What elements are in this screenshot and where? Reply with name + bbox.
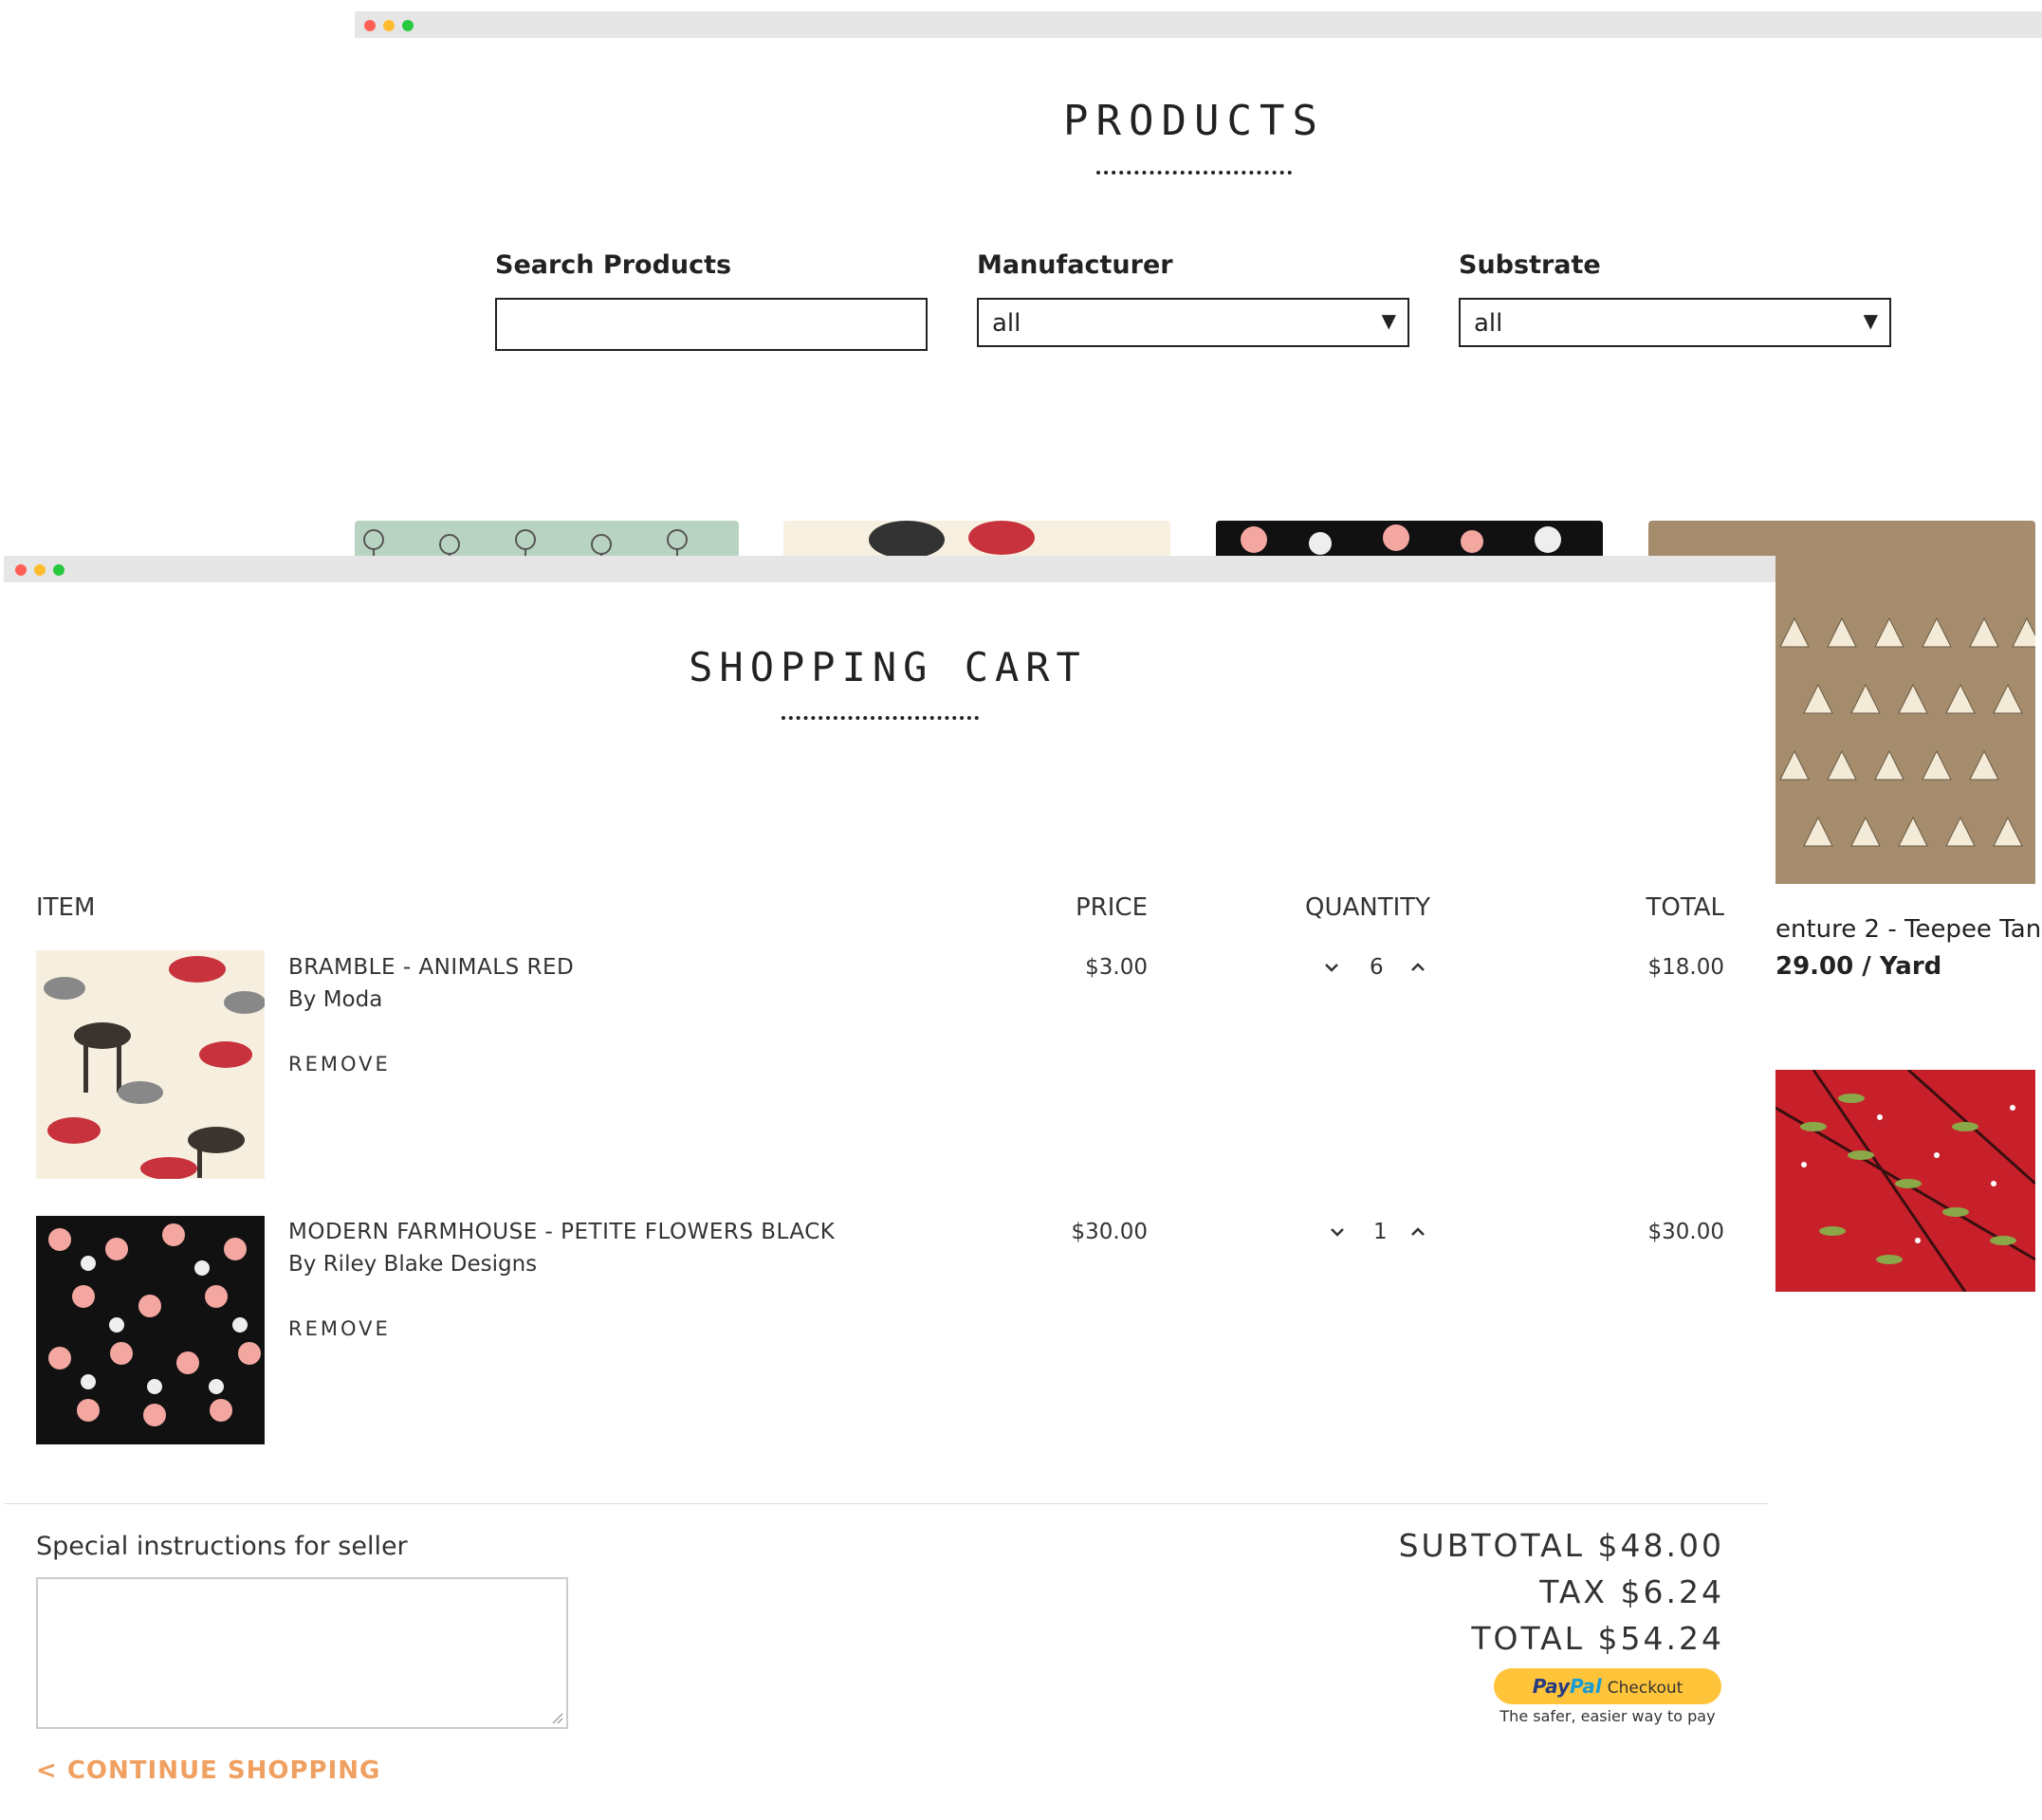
cart-item-image xyxy=(36,950,265,1179)
close-window-icon[interactable] xyxy=(15,564,27,576)
side-product-price: 29.00 / Yard xyxy=(1775,952,1942,981)
quantity-value[interactable]: 1 xyxy=(1373,1220,1388,1244)
cart-item-total: $30.00 xyxy=(1647,1220,1724,1244)
instructions-label: Special instructions for seller xyxy=(36,1532,408,1561)
search-input[interactable] xyxy=(495,298,928,351)
cart-window: SHOPPING CART ITEM PRICE QUANTITY TOTAL … xyxy=(4,556,1775,1820)
product-image-red-leaves[interactable] xyxy=(1775,1068,2037,1293)
manufacturer-value: all xyxy=(992,309,1021,338)
cart-item-vendor: By Moda xyxy=(288,987,383,1012)
quantity-decrease-icon[interactable] xyxy=(1328,1223,1347,1241)
side-product-name[interactable]: enture 2 - Teepee Tan xyxy=(1775,915,2042,944)
cart-item-price: $30.00 xyxy=(1071,1220,1148,1244)
resize-handle-icon[interactable] xyxy=(550,1711,563,1724)
minimize-window-icon[interactable] xyxy=(383,20,395,31)
title-divider xyxy=(782,716,979,720)
manufacturer-select[interactable]: all ▼ xyxy=(977,298,1409,347)
instructions-textarea[interactable] xyxy=(36,1577,568,1729)
cart-item-price: $3.00 xyxy=(1085,955,1148,980)
cart-item-name[interactable]: BRAMBLE - ANIMALS RED xyxy=(288,955,574,980)
quantity-increase-icon[interactable] xyxy=(1408,1223,1427,1241)
window-titlebar xyxy=(355,11,2042,38)
section-divider xyxy=(4,1503,1768,1504)
close-window-icon[interactable] xyxy=(364,20,376,31)
paypal-tagline: The safer, easier way to pay xyxy=(1499,1707,1716,1725)
maximize-window-icon[interactable] xyxy=(53,564,64,576)
products-window: PRODUCTS Search Products Manufacturer al… xyxy=(355,11,2042,580)
page-title: PRODUCTS xyxy=(1063,97,1325,145)
tax: TAX $6.24 xyxy=(1539,1573,1724,1610)
cart-item-image xyxy=(36,1216,265,1444)
substrate-label: Substrate xyxy=(1459,250,1601,280)
substrate-select[interactable]: all ▼ xyxy=(1459,298,1891,347)
quantity-value[interactable]: 6 xyxy=(1370,955,1384,980)
remove-button[interactable]: REMOVE xyxy=(288,1053,391,1075)
dropdown-arrow-icon: ▼ xyxy=(1863,309,1878,332)
title-divider xyxy=(1096,171,1292,175)
cart-item-total: $18.00 xyxy=(1647,955,1724,980)
paypal-logo-pal: Pal xyxy=(1570,1675,1602,1698)
column-header-item: ITEM xyxy=(36,893,96,922)
cart-title: SHOPPING CART xyxy=(689,644,1087,690)
remove-button[interactable]: REMOVE xyxy=(288,1317,391,1340)
quantity-decrease-icon[interactable] xyxy=(1322,958,1341,977)
product-image-teepee-tan[interactable] xyxy=(1775,580,2042,884)
paypal-checkout-button[interactable]: PayPal Checkout xyxy=(1494,1668,1721,1704)
substrate-value: all xyxy=(1474,309,1503,338)
manufacturer-label: Manufacturer xyxy=(977,250,1173,280)
window-titlebar xyxy=(4,556,1775,582)
paypal-logo-pay: Pay xyxy=(1532,1675,1571,1698)
subtotal: SUBTOTAL $48.00 xyxy=(1398,1527,1724,1564)
cart-item-vendor: By Riley Blake Designs xyxy=(288,1252,538,1277)
continue-shopping-link[interactable]: < CONTINUE SHOPPING xyxy=(36,1756,380,1785)
search-label: Search Products xyxy=(495,250,732,280)
maximize-window-icon[interactable] xyxy=(402,20,414,31)
column-header-total: TOTAL xyxy=(1646,893,1724,922)
dropdown-arrow-icon: ▼ xyxy=(1381,309,1396,332)
column-header-price: PRICE xyxy=(1076,893,1148,922)
cart-item-name[interactable]: MODERN FARMHOUSE - PETITE FLOWERS BLACK xyxy=(288,1220,835,1244)
quantity-increase-icon[interactable] xyxy=(1408,958,1427,977)
column-header-quantity: QUANTITY xyxy=(1305,893,1431,922)
paypal-checkout-label: Checkout xyxy=(1607,1679,1683,1698)
minimize-window-icon[interactable] xyxy=(34,564,46,576)
order-total: TOTAL $54.24 xyxy=(1471,1620,1724,1657)
